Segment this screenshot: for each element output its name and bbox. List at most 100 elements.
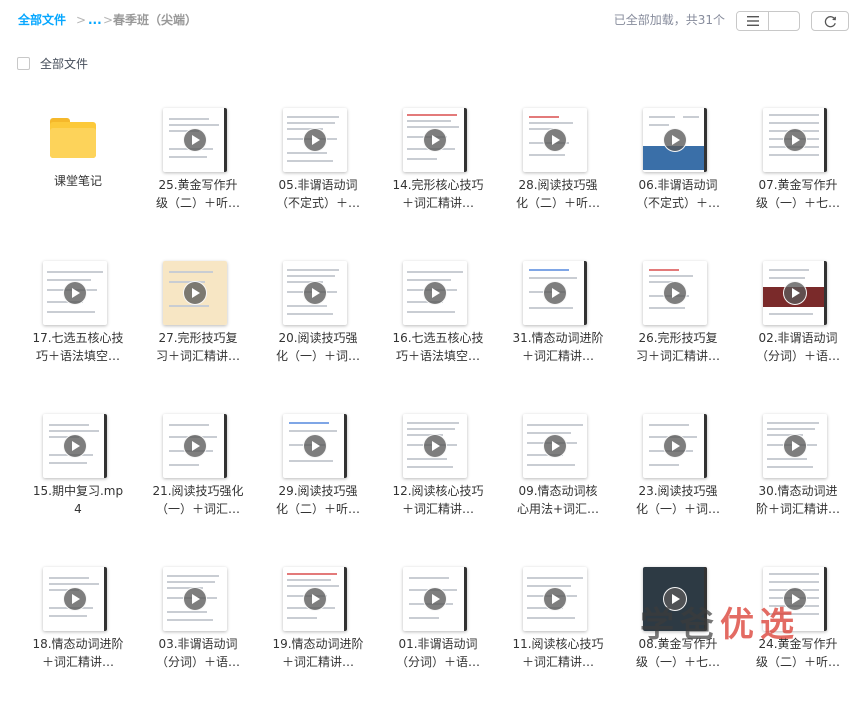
file-name-line1: 11.阅读核心技巧 — [512, 637, 604, 651]
select-all-checkbox[interactable] — [17, 56, 30, 70]
file-name-line2: 化（一）＋词… — [635, 502, 720, 516]
video-thumbnail — [403, 414, 467, 478]
video-item[interactable]: 28.阅读技巧强 化（二）＋听… — [498, 96, 618, 249]
play-icon — [63, 281, 87, 305]
file-name-line1: 29.阅读技巧强 — [278, 484, 358, 498]
video-item[interactable]: 01.非谓语动词 （分词）＋语… — [378, 555, 498, 708]
file-name-line1: 09.情态动词核 — [518, 484, 598, 498]
file-name[interactable]: 17.七选五核心技 巧＋语法填空… — [18, 329, 138, 365]
file-name[interactable]: 27.完形技巧复 习＋词汇精讲… — [138, 329, 258, 365]
file-name-line2: （分词）＋语… — [395, 655, 480, 669]
file-name[interactable]: 21.阅读技巧强化 （一）＋词汇… — [138, 482, 258, 518]
video-item[interactable]: 09.情态动词核 心用法+词汇… — [498, 402, 618, 555]
video-item[interactable]: 23.阅读技巧强 化（一）＋词… — [618, 402, 738, 555]
video-item[interactable]: 06.非谓语动词 （不定式）＋… — [618, 96, 738, 249]
folder-item[interactable]: 课堂笔记 — [18, 96, 138, 249]
video-item[interactable]: 05.非谓语动词 （不定式）＋… — [258, 96, 378, 249]
play-icon — [783, 281, 807, 305]
video-item[interactable]: 19.情态动词进阶 ＋词汇精讲… — [258, 555, 378, 708]
play-icon — [63, 587, 87, 611]
video-item[interactable]: 16.七选五核心技 巧＋语法填空… — [378, 249, 498, 402]
video-thumbnail — [43, 567, 107, 631]
video-item[interactable]: 15.期中复习.mp 4 — [18, 402, 138, 555]
video-thumbnail — [523, 108, 587, 172]
video-item[interactable]: 18.情态动词进阶 ＋词汇精讲… — [18, 555, 138, 708]
video-item[interactable]: 07.黄金写作升 级（一）＋七… — [738, 96, 857, 249]
file-name-line1: 15.期中复习.mp — [32, 484, 124, 498]
play-icon — [423, 434, 447, 458]
video-thumbnail — [43, 414, 107, 478]
breadcrumb-root[interactable]: 全部文件 — [18, 12, 66, 28]
breadcrumb-current: 春季班（尖端） — [113, 13, 198, 27]
file-name[interactable]: 07.黄金写作升 级（一）＋七… — [738, 176, 857, 212]
file-name-line1: 28.阅读技巧强 — [518, 178, 598, 192]
file-name[interactable]: 16.七选五核心技 巧＋语法填空… — [378, 329, 498, 365]
file-name[interactable]: 01.非谓语动词 （分词）＋语… — [378, 635, 498, 671]
video-thumbnail — [43, 261, 107, 325]
file-name-line2: ＋词汇精讲… — [401, 502, 474, 516]
file-name-line1: 23.阅读技巧强 — [638, 484, 718, 498]
file-name-line2: ＋词汇精讲… — [41, 655, 114, 669]
file-name[interactable]: 25.黄金写作升 级（二）＋听… — [138, 176, 258, 212]
file-name[interactable]: 课堂笔记 — [18, 172, 138, 190]
file-name[interactable]: 11.阅读核心技巧 ＋词汇精讲… — [498, 635, 618, 671]
video-item[interactable]: 25.黄金写作升 级（二）＋听… — [138, 96, 258, 249]
file-name-line1: 18.情态动词进阶 — [32, 637, 124, 651]
video-item[interactable]: 29.阅读技巧强 化（二）＋听… — [258, 402, 378, 555]
play-icon — [303, 434, 327, 458]
file-name[interactable]: 28.阅读技巧强 化（二）＋听… — [498, 176, 618, 212]
file-name[interactable]: 09.情态动词核 心用法+词汇… — [498, 482, 618, 518]
play-icon — [63, 434, 87, 458]
file-name[interactable]: 03.非谓语动词 （分词）＋语… — [138, 635, 258, 671]
video-item[interactable]: 03.非谓语动词 （分词）＋语… — [138, 555, 258, 708]
file-name[interactable]: 02.非谓语动词 （分词）＋语… — [738, 329, 857, 365]
play-icon — [183, 281, 207, 305]
file-name-line2: ＋词汇精讲… — [281, 655, 354, 669]
video-item[interactable]: 26.完形技巧复 习＋词汇精讲… — [618, 249, 738, 402]
play-icon — [663, 434, 687, 458]
file-name[interactable]: 23.阅读技巧强 化（一）＋词… — [618, 482, 738, 518]
file-name[interactable]: 15.期中复习.mp 4 — [18, 482, 138, 518]
video-item[interactable]: 21.阅读技巧强化 （一）＋词汇… — [138, 402, 258, 555]
refresh-button[interactable] — [811, 11, 849, 31]
file-name-line2: （分词）＋语… — [155, 655, 240, 669]
video-item[interactable]: 17.七选五核心技 巧＋语法填空… — [18, 249, 138, 402]
file-name-line2: 阶＋词汇精讲… — [755, 502, 840, 516]
file-name-line2: 巧＋语法填空… — [35, 349, 120, 363]
file-name[interactable]: 26.完形技巧复 习＋词汇精讲… — [618, 329, 738, 365]
video-thumbnail — [403, 261, 467, 325]
file-name[interactable]: 19.情态动词进阶 ＋词汇精讲… — [258, 635, 378, 671]
file-name[interactable]: 29.阅读技巧强 化（二）＋听… — [258, 482, 378, 518]
file-name[interactable]: 20.阅读技巧强 化（一）＋词… — [258, 329, 378, 365]
breadcrumb-separator: > — [76, 13, 87, 27]
video-item[interactable]: 31.情态动词进阶 ＋词汇精讲… — [498, 249, 618, 402]
file-name-line1: 14.完形核心技巧 — [392, 178, 484, 192]
refresh-icon — [824, 15, 836, 27]
file-name[interactable]: 31.情态动词进阶 ＋词汇精讲… — [498, 329, 618, 365]
file-name[interactable]: 18.情态动词进阶 ＋词汇精讲… — [18, 635, 138, 671]
watermark-part1: 学爸 — [640, 605, 720, 645]
view-switch — [736, 11, 800, 31]
file-name[interactable]: 05.非谓语动词 （不定式）＋… — [258, 176, 378, 212]
breadcrumb-ellipsis[interactable]: ... — [88, 12, 102, 28]
file-name[interactable]: 14.完形核心技巧 ＋词汇精讲… — [378, 176, 498, 212]
file-name-line1: 06.非谓语动词 — [638, 178, 718, 192]
file-name-line1: 17.七选五核心技 — [32, 331, 124, 345]
video-item[interactable]: 20.阅读技巧强 化（一）＋词… — [258, 249, 378, 402]
play-icon — [183, 434, 207, 458]
video-item[interactable]: 12.阅读核心技巧 ＋词汇精讲… — [378, 402, 498, 555]
file-name[interactable]: 06.非谓语动词 （不定式）＋… — [618, 176, 738, 212]
list-view-button[interactable] — [737, 12, 768, 30]
play-icon — [423, 281, 447, 305]
play-icon — [663, 128, 687, 152]
video-item[interactable]: 14.完形核心技巧 ＋词汇精讲… — [378, 96, 498, 249]
file-name[interactable]: 12.阅读核心技巧 ＋词汇精讲… — [378, 482, 498, 518]
file-name[interactable]: 30.情态动词进 阶＋词汇精讲… — [738, 482, 857, 518]
video-item[interactable]: 30.情态动词进 阶＋词汇精讲… — [738, 402, 857, 555]
file-name-line2: ＋词汇精讲… — [521, 349, 594, 363]
select-all[interactable]: 全部文件 — [17, 55, 88, 71]
video-item[interactable]: 02.非谓语动词 （分词）＋语… — [738, 249, 857, 402]
video-item[interactable]: 27.完形技巧复 习＋词汇精讲… — [138, 249, 258, 402]
play-icon — [543, 128, 567, 152]
video-item[interactable]: 11.阅读核心技巧 ＋词汇精讲… — [498, 555, 618, 708]
